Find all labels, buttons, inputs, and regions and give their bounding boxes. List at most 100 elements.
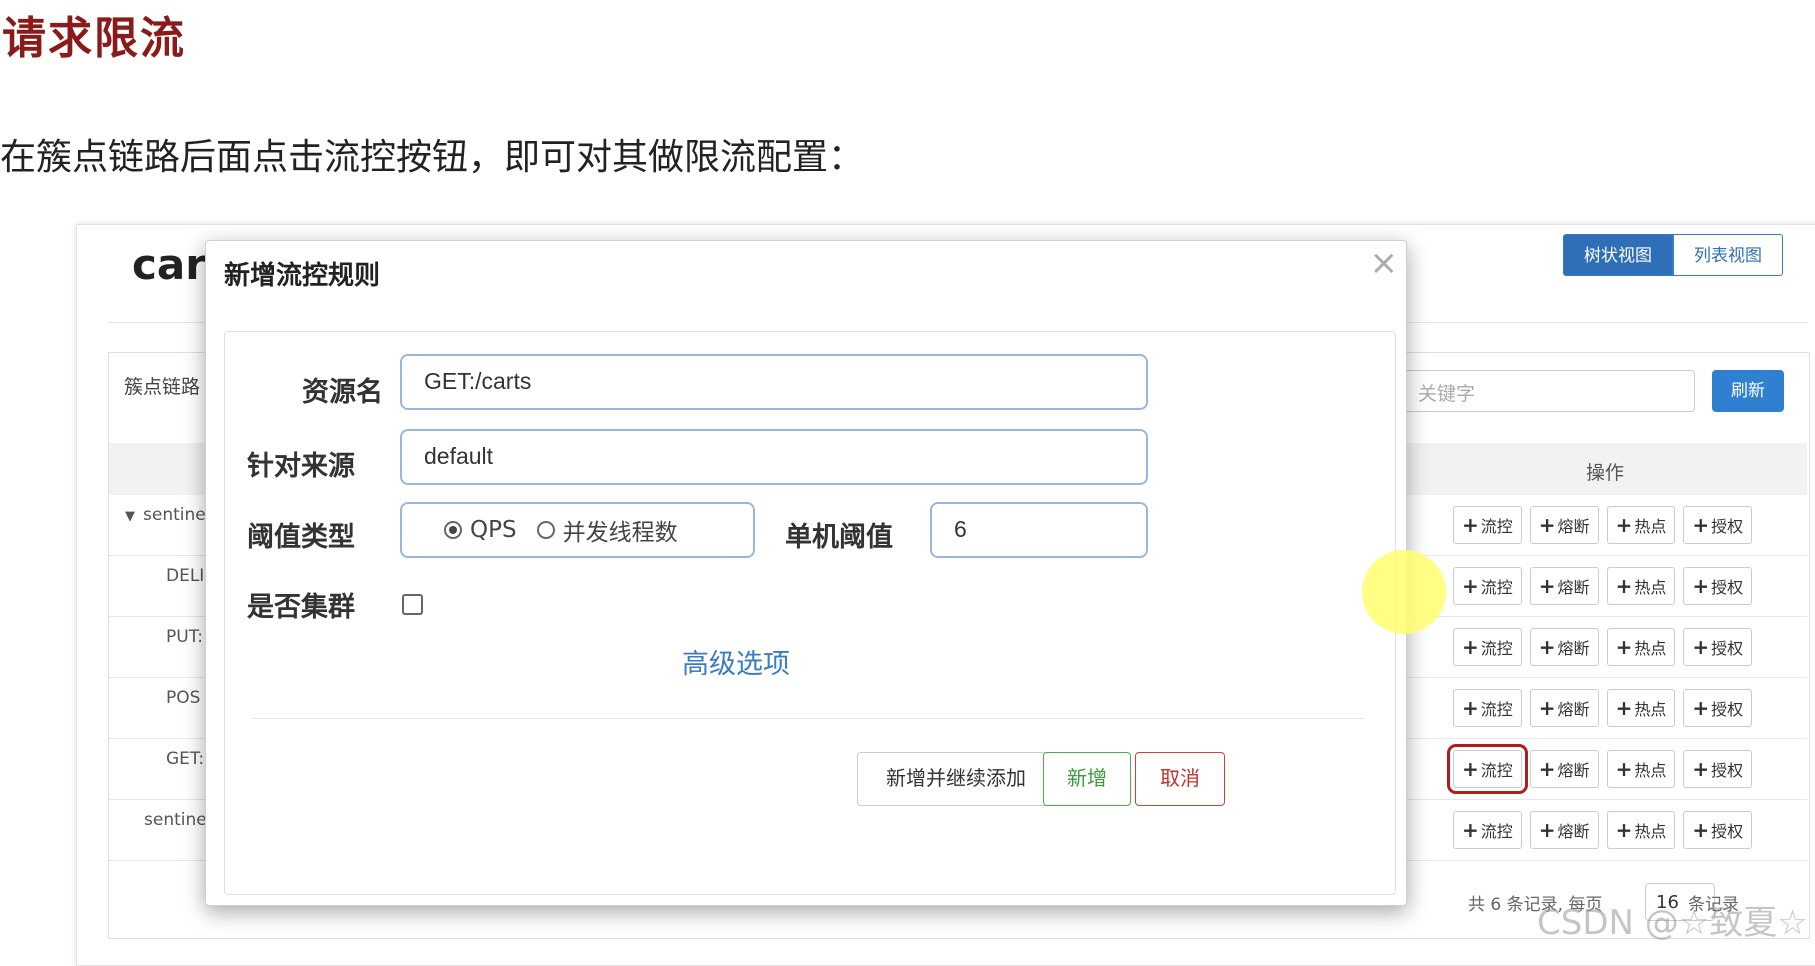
radio-qps[interactable]: QPS	[444, 517, 517, 543]
authority-button[interactable]: + 授权	[1683, 689, 1753, 727]
authority-button[interactable]: + 授权	[1683, 628, 1753, 666]
hotspot-button[interactable]: + 热点	[1606, 750, 1676, 788]
degrade-button[interactable]: + 熔断	[1529, 750, 1599, 788]
cancel-button[interactable]: 取消	[1135, 752, 1225, 806]
table-row-resource: GET:	[166, 749, 204, 769]
action-label: 熔断	[1557, 822, 1590, 841]
add-and-continue-button[interactable]: 新增并继续添加	[857, 752, 1055, 806]
action-label: 流控	[1480, 578, 1513, 597]
tree-view-button[interactable]: 树状视图	[1563, 234, 1673, 276]
action-label: 授权	[1711, 822, 1744, 841]
radio-threads-dot[interactable]	[536, 521, 555, 539]
action-label: 热点	[1634, 822, 1667, 841]
add-flow-rule-dialog: 新增流控规则 × 资源名 GET:/carts 针对来源 default 阈值类…	[205, 240, 1407, 906]
watermark: CSDN @☆致夏☆	[1537, 903, 1808, 943]
section-label: 簇点链路	[124, 376, 201, 398]
list-view-button[interactable]: 列表视图	[1673, 234, 1783, 276]
action-label: 授权	[1711, 639, 1744, 658]
advanced-options-link[interactable]: 高级选项	[682, 642, 790, 681]
flow-control-button[interactable]: + 流控	[1453, 689, 1522, 727]
degrade-button[interactable]: + 熔断	[1529, 506, 1599, 544]
plus-icon: +	[1615, 757, 1633, 781]
action-label: 熔断	[1557, 517, 1590, 536]
plus-icon: +	[1692, 818, 1710, 842]
resource-name-input[interactable]: GET:/carts	[400, 354, 1148, 410]
flow-control-button[interactable]: + 流控	[1453, 567, 1522, 605]
degrade-button[interactable]: + 熔断	[1529, 689, 1599, 727]
degrade-button[interactable]: + 熔断	[1529, 567, 1599, 605]
plus-icon: +	[1692, 513, 1710, 537]
doc-paragraph: 在簇点链路后面点击流控按钮，即可对其做限流配置：	[0, 137, 865, 178]
cluster-checkbox[interactable]	[402, 594, 423, 615]
hotspot-button[interactable]: + 热点	[1606, 689, 1676, 727]
plus-icon: +	[1462, 574, 1479, 598]
hotspot-button[interactable]: + 热点	[1606, 567, 1676, 605]
action-label: 流控	[1480, 639, 1513, 658]
authority-button[interactable]: + 授权	[1683, 506, 1753, 544]
origin-input[interactable]: default	[400, 429, 1148, 485]
action-label: 授权	[1711, 578, 1744, 597]
degrade-button[interactable]: + 熔断	[1529, 811, 1599, 849]
authority-button[interactable]: + 授权	[1683, 750, 1753, 788]
plus-icon: +	[1538, 513, 1556, 537]
radio-qps-dot[interactable]	[444, 521, 462, 539]
resource-name-text: DELI	[166, 566, 205, 586]
threshold-type-radio-group: QPS 并发线程数	[400, 502, 755, 558]
radio-qps-label: QPS	[470, 517, 517, 543]
table-row-resource: DELI	[166, 566, 204, 586]
search-input[interactable]: 关键字	[1405, 370, 1695, 412]
action-label: 流控	[1480, 761, 1513, 780]
table-row-actions: + 流控 + 熔断 + 热点 + 授权	[1447, 744, 1753, 794]
table-row-resource: PUT:	[166, 627, 203, 647]
action-label: 热点	[1634, 517, 1667, 536]
action-label: 授权	[1711, 517, 1744, 536]
resource-name-text: POS	[166, 688, 201, 708]
plus-icon: +	[1692, 574, 1710, 598]
resource-name-text: sentinel	[144, 810, 212, 830]
doc-title: 请求限流	[2, 13, 186, 64]
plus-icon: +	[1538, 635, 1556, 659]
plus-icon: +	[1462, 757, 1479, 781]
dialog-title: 新增流控规则	[224, 261, 381, 291]
table-row-resource: ▼ sentine	[125, 505, 206, 525]
hotspot-button[interactable]: + 热点	[1606, 506, 1676, 544]
flow-control-button[interactable]: + 流控	[1453, 506, 1522, 544]
resource-name-text: sentine	[143, 505, 206, 525]
hotspot-button[interactable]: + 热点	[1606, 628, 1676, 666]
flow-control-button[interactable]: + 流控	[1453, 811, 1522, 849]
table-row-actions: + 流控 + 熔断 + 热点 + 授权	[1453, 506, 1753, 544]
radio-threads[interactable]: 并发线程数	[536, 513, 678, 547]
action-label: 流控	[1480, 700, 1513, 719]
tree-caret-icon[interactable]: ▼	[125, 509, 135, 524]
plus-icon: +	[1615, 635, 1633, 659]
authority-button[interactable]: + 授权	[1683, 811, 1753, 849]
plus-icon: +	[1462, 696, 1479, 720]
table-row-actions: + 流控 + 熔断 + 热点 + 授权	[1453, 628, 1753, 666]
single-threshold-label: 单机阈值	[785, 522, 893, 553]
plus-icon: +	[1538, 696, 1556, 720]
flow-control-button[interactable]: + 流控	[1447, 744, 1528, 794]
radio-threads-label: 并发线程数	[562, 520, 678, 546]
action-label: 热点	[1634, 700, 1667, 719]
table-row-actions: + 流控 + 熔断 + 热点 + 授权	[1453, 689, 1753, 727]
degrade-button[interactable]: + 熔断	[1529, 628, 1599, 666]
table-row-resource: sentinel	[144, 810, 211, 830]
table-row-actions: + 流控 + 熔断 + 热点 + 授权	[1453, 567, 1753, 605]
table-row-actions: + 流控 + 熔断 + 热点 + 授权	[1453, 811, 1753, 849]
close-icon[interactable]: ×	[1370, 243, 1399, 283]
action-label: 热点	[1634, 578, 1667, 597]
plus-icon: +	[1615, 574, 1633, 598]
resource-label: 资源名	[302, 377, 383, 408]
authority-button[interactable]: + 授权	[1683, 567, 1753, 605]
refresh-button[interactable]: 刷新	[1712, 370, 1784, 412]
op-column-header: 操作	[1586, 462, 1625, 484]
hotspot-button[interactable]: + 热点	[1606, 811, 1676, 849]
resource-name-text: PUT:	[166, 627, 203, 647]
plus-icon: +	[1462, 635, 1479, 659]
plus-icon: +	[1538, 757, 1556, 781]
plus-icon: +	[1692, 635, 1710, 659]
add-button[interactable]: 新增	[1043, 752, 1131, 806]
action-label: 流控	[1480, 822, 1513, 841]
flow-control-button[interactable]: + 流控	[1453, 628, 1522, 666]
single-threshold-input[interactable]: 6	[930, 502, 1148, 558]
